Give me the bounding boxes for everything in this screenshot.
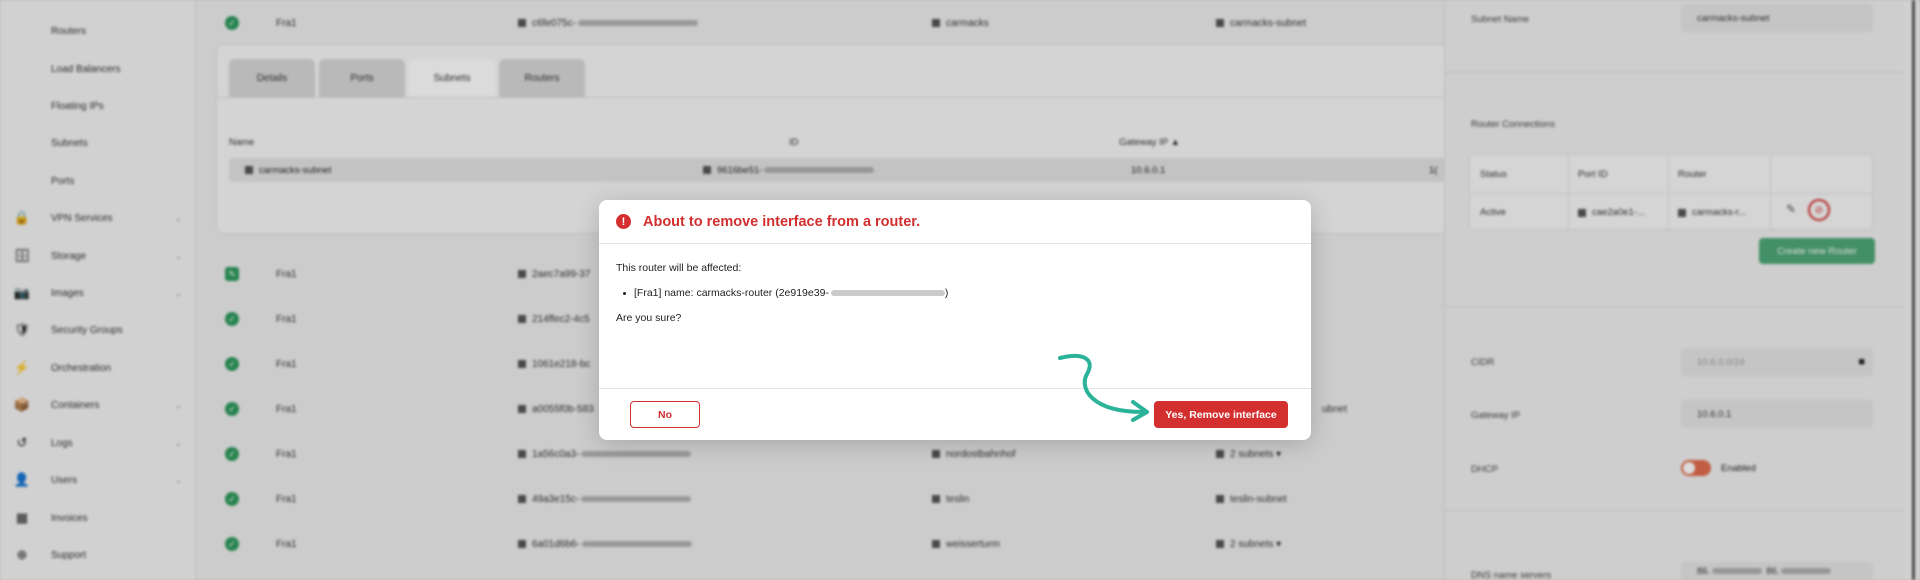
- yes-remove-interface-button[interactable]: Yes, Remove interface: [1154, 401, 1288, 428]
- alert-icon: !: [616, 214, 631, 229]
- confirm-question: Are you sure?: [616, 312, 682, 324]
- affected-text: This router will be affected:: [616, 262, 742, 274]
- dialog-header: ! About to remove interface from a route…: [599, 200, 1311, 244]
- router-item-text-end: ): [944, 287, 949, 299]
- no-button[interactable]: No: [630, 401, 700, 428]
- bullet-icon: [623, 291, 626, 295]
- redacted-text: [830, 290, 945, 296]
- router-item-text: [Fra1] name: carmacks-router (2e919e39-: [634, 287, 829, 299]
- list-item: [Fra1] name: carmacks-router (2e919e39- …: [623, 287, 948, 299]
- annotation-arrow-icon: [1058, 354, 1149, 422]
- dialog-title: About to remove interface from a router.: [643, 213, 921, 230]
- confirm-dialog: ! About to remove interface from a route…: [599, 200, 1311, 440]
- dialog-footer-divider: [599, 388, 1311, 389]
